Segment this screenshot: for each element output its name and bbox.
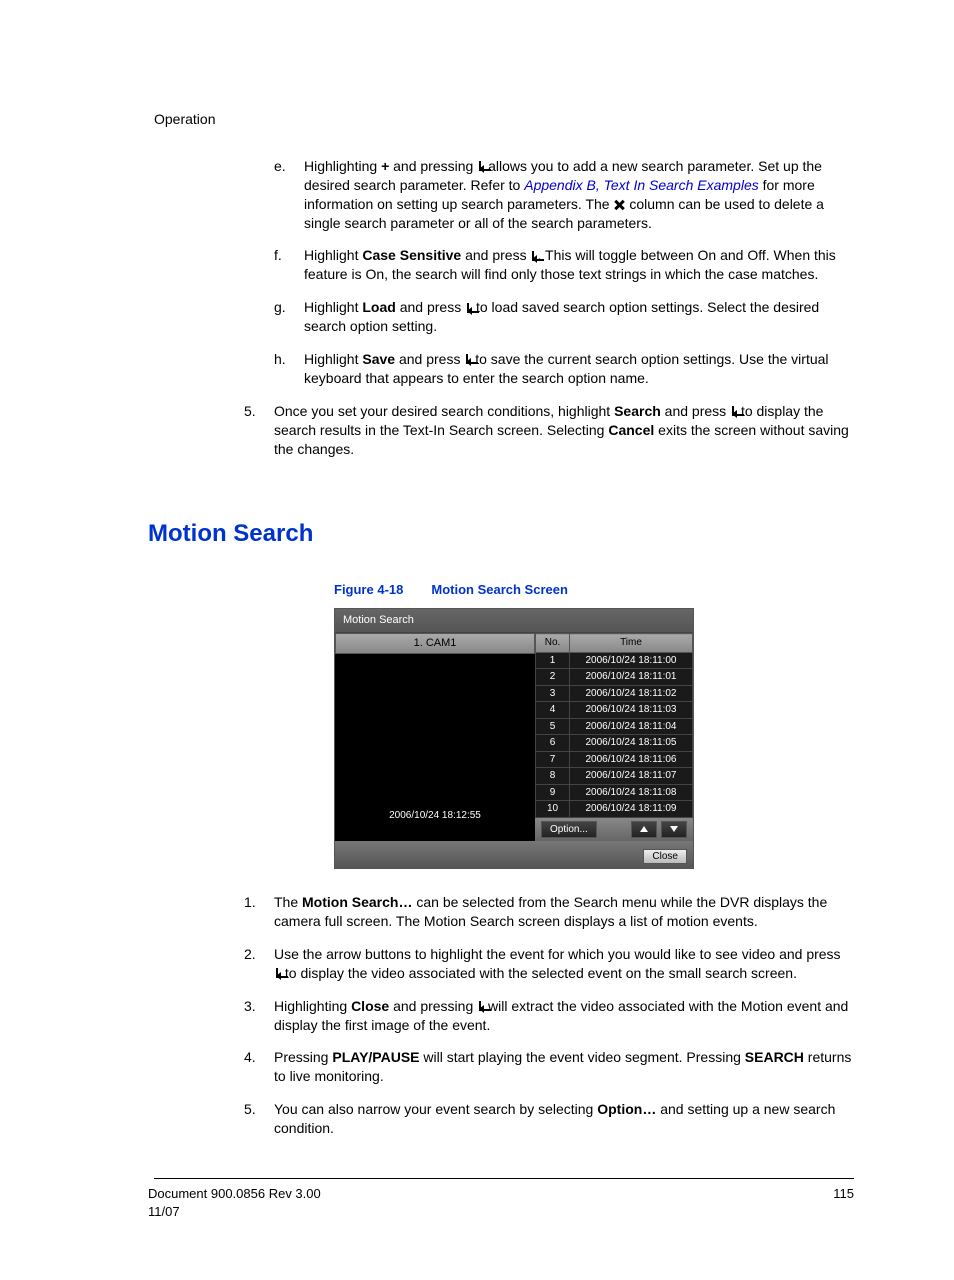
camera-timestamp: 2006/10/24 18:12:55 [335, 809, 535, 825]
footer-date: 11/07 [148, 1203, 321, 1221]
figure-caption: Figure 4-18 Motion Search Screen [334, 581, 854, 599]
table-toolbar: Option... [535, 818, 693, 842]
list-marker: 4. [244, 1048, 274, 1086]
table-row[interactable]: 62006/10/24 18:11:05 [536, 735, 693, 752]
numbered-item-5-top: 5. Once you set your desired search cond… [244, 402, 854, 459]
list-body: Highlighting Close and pressing will ext… [274, 997, 854, 1035]
col-time: Time [570, 634, 693, 653]
enter-icon [477, 998, 484, 1014]
list-body: Highlight Save and press to save the cur… [304, 350, 854, 388]
list-body: Use the arrow buttons to highlight the e… [274, 945, 854, 983]
table-row[interactable]: 12006/10/24 18:11:00 [536, 652, 693, 669]
scroll-down-button[interactable] [661, 821, 687, 839]
close-button[interactable]: Close [643, 849, 687, 864]
list-body: You can also narrow your event search by… [274, 1100, 854, 1138]
table-row[interactable]: 22006/10/24 18:11:01 [536, 669, 693, 686]
triangle-down-icon [670, 826, 678, 832]
window-title: Motion Search [335, 609, 693, 633]
table-row[interactable]: 82006/10/24 18:11:07 [536, 768, 693, 785]
table-row[interactable]: 52006/10/24 18:11:04 [536, 718, 693, 735]
x-icon [613, 199, 625, 211]
figure-title: Motion Search Screen [431, 582, 568, 597]
enter-icon [274, 965, 281, 981]
table-row[interactable]: 42006/10/24 18:11:03 [536, 702, 693, 719]
list-marker: 2. [244, 945, 274, 983]
list-marker: g. [274, 298, 304, 336]
table-row[interactable]: 92006/10/24 18:11:08 [536, 784, 693, 801]
table-row[interactable]: 32006/10/24 18:11:02 [536, 685, 693, 702]
enter-icon [730, 403, 737, 419]
col-no: No. [536, 634, 570, 653]
list-marker: 1. [244, 893, 274, 931]
list-marker: 3. [244, 997, 274, 1035]
list-body: Highlight Case Sensitive and press . Thi… [304, 246, 854, 284]
list-marker: f. [274, 246, 304, 284]
enter-icon [477, 158, 484, 174]
page-footer: Document 900.0856 Rev 3.00 11/07 115 [148, 1185, 854, 1220]
enter-icon [465, 299, 472, 315]
list-body: Highlight Load and press to load saved s… [304, 298, 854, 336]
footer-page: 115 [833, 1185, 854, 1220]
camera-label: 1. CAM1 [335, 633, 535, 654]
list-body: Pressing PLAY/PAUSE will start playing t… [274, 1048, 854, 1086]
appendix-link[interactable]: Appendix B, Text In Search Examples [524, 177, 759, 193]
table-row[interactable]: 102006/10/24 18:11:09 [536, 801, 693, 818]
triangle-up-icon [640, 826, 648, 832]
numbered-list-bottom: 1.The Motion Search… can be selected fro… [244, 893, 854, 1138]
table-row[interactable]: 72006/10/24 18:11:06 [536, 751, 693, 768]
enter-icon [464, 351, 471, 367]
list-marker: 5. [244, 402, 274, 459]
motion-search-screenshot: Motion Search 1. CAM1 2006/10/24 18:12:5… [334, 608, 694, 869]
event-table: No. Time 12006/10/24 18:11:0022006/10/24… [535, 633, 693, 818]
list-body: The Motion Search… can be selected from … [274, 893, 854, 931]
footer-rule [154, 1178, 854, 1179]
enter-icon [530, 247, 537, 263]
camera-view: 2006/10/24 18:12:55 [335, 654, 535, 824]
footer-doc: Document 900.0856 Rev 3.00 [148, 1185, 321, 1203]
scroll-up-button[interactable] [631, 821, 657, 839]
section-header: Operation [154, 110, 854, 129]
list-body: Once you set your desired search conditi… [274, 402, 854, 459]
list-marker: h. [274, 350, 304, 388]
list-body: Highlighting + and pressing allows you t… [304, 157, 854, 233]
list-marker: e. [274, 157, 304, 233]
list-marker: 5. [244, 1100, 274, 1138]
option-button[interactable]: Option... [541, 821, 597, 839]
lettered-list: e.Highlighting + and pressing allows you… [274, 157, 854, 388]
figure-label: Figure 4-18 [334, 582, 403, 597]
heading-motion-search: Motion Search [148, 518, 854, 550]
